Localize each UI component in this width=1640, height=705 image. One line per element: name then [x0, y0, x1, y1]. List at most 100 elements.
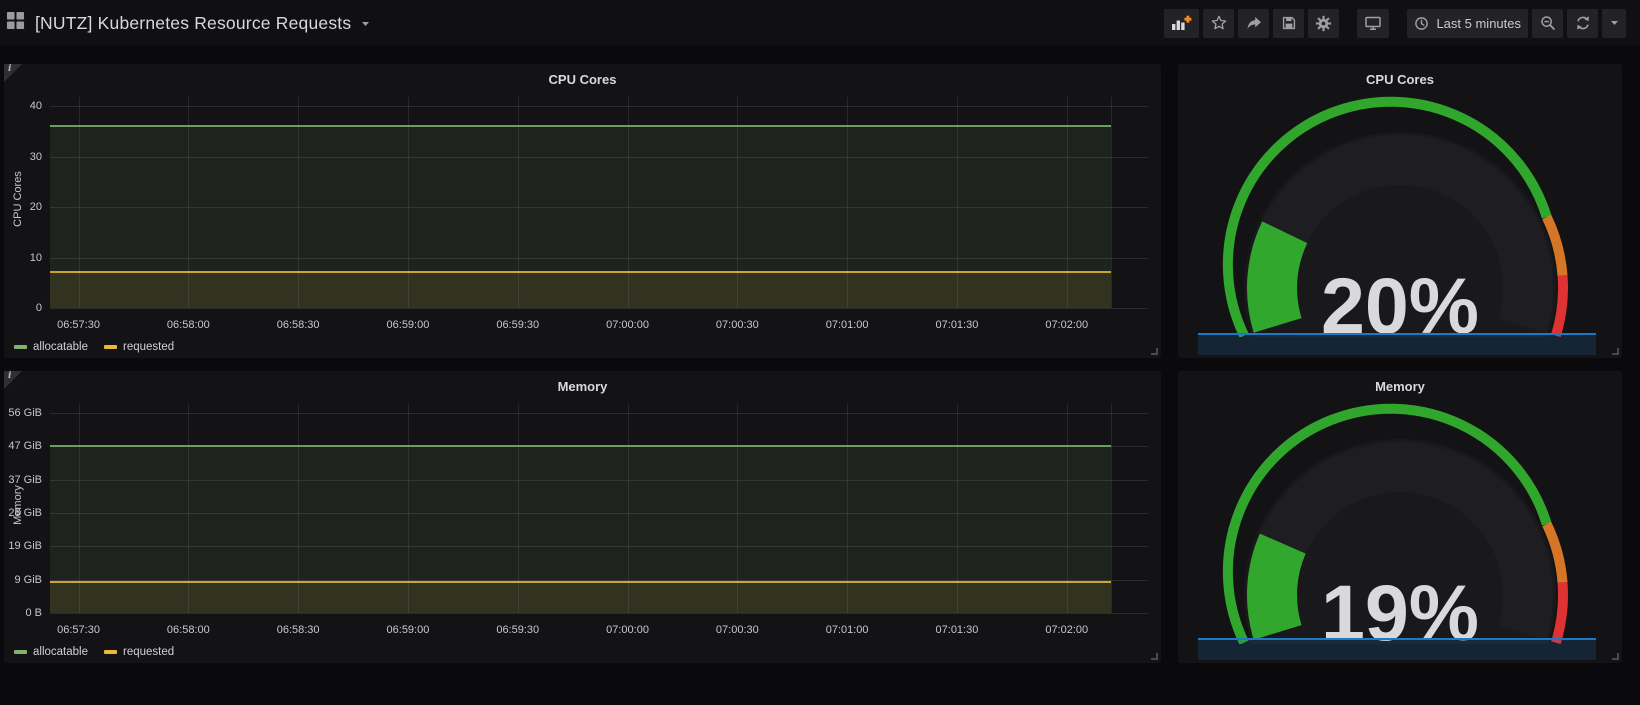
- gridline-h: [50, 613, 1148, 614]
- series-line: [50, 125, 1111, 128]
- x-tick-label: 07:01:00: [825, 319, 869, 331]
- x-tick-label: 06:57:30: [57, 319, 100, 331]
- star-icon: [1211, 15, 1227, 31]
- time-range-picker[interactable]: Last 5 minutes: [1407, 8, 1528, 38]
- x-tick-label: 07:01:00: [825, 624, 869, 636]
- settings-button[interactable]: [1308, 8, 1340, 38]
- panel-title[interactable]: Memory: [4, 379, 1161, 394]
- add-panel-icon: [1171, 15, 1192, 31]
- save-icon: [1281, 15, 1297, 31]
- x-tick-label: 07:02:00: [1045, 624, 1089, 636]
- panel-resize-handle[interactable]: [1151, 653, 1158, 660]
- panel-resize-handle[interactable]: [1612, 653, 1619, 660]
- clock-icon: [1414, 16, 1429, 31]
- series-fill: [50, 271, 1111, 308]
- panel-resize-handle[interactable]: [1151, 348, 1158, 355]
- series-line: [50, 581, 1111, 583]
- y-tick-label: 30: [29, 150, 42, 163]
- y-tick-label: 56 GiB: [8, 407, 42, 419]
- y-axis-label: CPU Cores: [12, 171, 24, 228]
- plot-area[interactable]: 0 B 9 GiB 19 GiB 28 GiB 37 GiB 47 GiB 56 GiB 06…: [8, 404, 1148, 636]
- legend-item[interactable]: requested: [103, 341, 175, 353]
- share-button[interactable]: [1238, 8, 1270, 38]
- zoom-out-button[interactable]: [1532, 8, 1563, 38]
- sparkline: [1198, 333, 1596, 355]
- gauge-svg: 20%: [1222, 96, 1568, 337]
- navbar: [NUTZ] Kubernetes Resource Requests Last…: [0, 0, 1640, 46]
- legend: allocatable requested: [14, 341, 174, 353]
- gridline-v: [1110, 97, 1112, 308]
- gauge-value-text: 20%: [1321, 261, 1479, 337]
- refresh-icon: [1575, 15, 1591, 31]
- panel-title[interactable]: CPU Cores: [4, 72, 1161, 87]
- navbar-right: Last 5 minutes: [1160, 8, 1626, 38]
- legend-swatch: [103, 650, 117, 654]
- dashboard-title[interactable]: [NUTZ] Kubernetes Resource Requests: [35, 13, 351, 34]
- y-tick-label: 40: [29, 100, 42, 112]
- zoom-out-icon: [1540, 15, 1556, 31]
- legend-label: requested: [122, 646, 175, 658]
- y-tick-label: 0 B: [25, 607, 42, 619]
- panel-memory-gauge: Memory 19%: [1178, 371, 1622, 663]
- x-tick-label: 06:57:30: [57, 624, 100, 636]
- refresh-interval-dropdown[interactable]: [1602, 8, 1626, 38]
- y-tick-label: 9 GiB: [14, 573, 42, 586]
- legend-item[interactable]: requested: [103, 646, 175, 658]
- refresh-button[interactable]: [1567, 8, 1598, 38]
- y-tick-label: 20: [29, 201, 42, 213]
- gauge-ring-crit: [1551, 582, 1568, 644]
- x-tick-label: 07:02:00: [1045, 319, 1089, 331]
- y-tick-label: 47 GiB: [8, 440, 42, 453]
- gauge-value-text: 19%: [1321, 568, 1479, 644]
- gauge-svg: 19%: [1222, 403, 1568, 644]
- legend-label: requested: [122, 341, 175, 353]
- monitor-icon: [1364, 15, 1382, 31]
- x-tick-label: 07:00:00: [606, 319, 649, 331]
- panel-cpu-gauge: CPU Cores 20%: [1178, 64, 1622, 358]
- legend-item[interactable]: allocatable: [14, 646, 88, 658]
- legend-swatch: [14, 345, 27, 349]
- dashboard-grid-icon[interactable]: [6, 11, 25, 35]
- dashboard-grid: i CPU Cores CPU Cores 0 10 20 30 40 06:57:30 0…: [0, 46, 1640, 663]
- x-tick-label: 06:59:30: [496, 319, 540, 331]
- tv-mode-button[interactable]: [1357, 8, 1390, 38]
- y-tick-label: 19 GiB: [8, 540, 42, 553]
- series-line: [50, 270, 1111, 273]
- series-line: [50, 445, 1111, 448]
- gauge: 19%: [1178, 399, 1622, 644]
- x-tick-label: 06:58:00: [166, 319, 210, 331]
- panel-title[interactable]: CPU Cores: [1178, 72, 1622, 87]
- panel-resize-handle[interactable]: [1612, 348, 1619, 355]
- x-tick-label: 06:58:00: [166, 624, 210, 636]
- series-fill: [50, 582, 1111, 613]
- x-tick-label: 07:00:00: [606, 624, 649, 636]
- legend-item[interactable]: allocatable: [14, 341, 88, 353]
- gauge-value-arc: [1247, 221, 1308, 333]
- plot-area[interactable]: 0 10 20 30 40 06:57:30 06:58:00 06:58:30 06:59:0…: [30, 97, 1148, 331]
- legend-label: allocatable: [33, 341, 88, 353]
- y-tick-label: 37 GiB: [8, 473, 42, 486]
- gauge-ring-crit: [1551, 275, 1568, 337]
- x-tick-label: 06:59:00: [386, 624, 430, 636]
- panel-title[interactable]: Memory: [1178, 379, 1622, 394]
- x-tick-label: 07:01:30: [935, 624, 979, 636]
- save-button[interactable]: [1273, 8, 1305, 38]
- y-tick-label: 10: [29, 251, 42, 264]
- add-panel-button[interactable]: [1164, 8, 1200, 38]
- legend-swatch: [103, 345, 117, 349]
- legend-swatch: [14, 650, 27, 654]
- navbar-left: [NUTZ] Kubernetes Resource Requests: [6, 11, 370, 35]
- panel-cpu-graph: i CPU Cores CPU Cores 0 10 20 30 40 06:57:30 0…: [4, 64, 1161, 358]
- panel-info-corner[interactable]: i: [4, 371, 22, 389]
- star-button[interactable]: [1203, 8, 1235, 38]
- gauge: 20%: [1178, 92, 1622, 337]
- y-tick-label: 28 GiB: [8, 507, 42, 519]
- sparkline: [1198, 638, 1596, 660]
- gauge-value-arc: [1247, 533, 1306, 640]
- x-tick-label: 06:59:00: [386, 319, 430, 331]
- dashboard-title-caret-icon[interactable]: [361, 14, 370, 32]
- panel-info-corner[interactable]: i: [4, 64, 22, 82]
- gridline-h: [50, 308, 1148, 309]
- y-tick-label: 0: [35, 302, 42, 314]
- y-axis-label: Memory: [12, 485, 24, 526]
